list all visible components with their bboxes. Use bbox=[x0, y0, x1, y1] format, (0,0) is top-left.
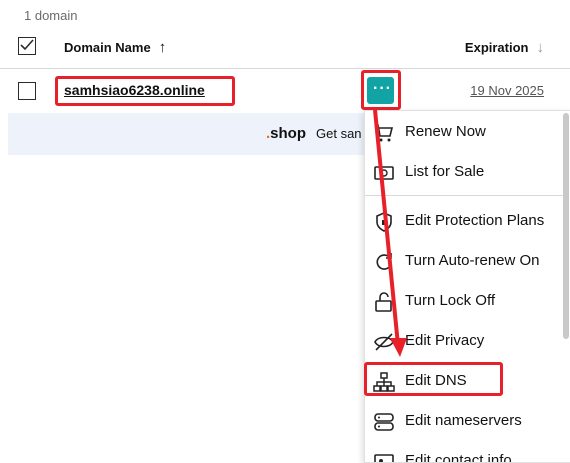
contact-icon bbox=[374, 454, 394, 462]
row-checkbox[interactable] bbox=[18, 82, 36, 100]
menu-item-edit-contact-info[interactable]: Edit contact info bbox=[365, 442, 563, 463]
select-all-checkbox[interactable] bbox=[18, 37, 36, 55]
column-domain-name[interactable]: Domain Name ↑ bbox=[64, 39, 166, 56]
refresh-icon bbox=[376, 253, 392, 270]
expiration-date[interactable]: 19 Nov 2025 bbox=[470, 83, 544, 98]
menu-scrollbar[interactable] bbox=[563, 113, 569, 339]
menu-item-edit-nameservers[interactable]: Edit nameservers bbox=[365, 402, 563, 440]
menu-item-edit-protection-plans[interactable]: Edit Protection Plans bbox=[365, 202, 563, 240]
menu-item-label: Renew Now bbox=[405, 123, 486, 140]
menu-item-turn-lock-off[interactable]: Turn Lock Off bbox=[365, 282, 563, 320]
menu-item-edit-privacy[interactable]: Edit Privacy bbox=[365, 322, 563, 360]
menu-item-list-for-sale[interactable]: List for Sale bbox=[365, 153, 563, 191]
menu-item-turn-auto-renew-on[interactable]: Turn Auto-renew On bbox=[365, 242, 563, 280]
check-icon bbox=[20, 39, 34, 51]
menu-item-label: Edit nameservers bbox=[405, 412, 522, 429]
menu-item-label: Edit contact info bbox=[405, 452, 512, 463]
shield-icon bbox=[376, 212, 392, 232]
menu-item-label: Edit Privacy bbox=[405, 332, 485, 349]
menu-item-label: List for Sale bbox=[405, 163, 485, 180]
column-expiration[interactable]: Expiration ↓ bbox=[465, 39, 544, 56]
domain-count: 1 domain bbox=[24, 8, 78, 23]
menu-item-label: Edit Protection Plans bbox=[405, 212, 545, 229]
table-header: Domain Name ↑ Expiration ↓ bbox=[0, 30, 570, 69]
sort-descending-icon: ↓ bbox=[536, 39, 545, 56]
sort-ascending-icon: ↑ bbox=[158, 39, 167, 56]
menu-item-label: Turn Lock Off bbox=[405, 292, 496, 309]
server-icon bbox=[374, 413, 394, 431]
shop-logo: shop bbox=[266, 125, 306, 142]
actions-menu: Renew Now List for Sale Edit Protection … bbox=[364, 110, 570, 463]
cart-icon bbox=[375, 124, 394, 142]
menu-divider bbox=[365, 195, 563, 196]
privacy-eye-icon bbox=[374, 333, 394, 351]
unlock-icon bbox=[375, 292, 392, 312]
annotation-highlight-more bbox=[361, 70, 401, 110]
column-expiration-label: Expiration bbox=[464, 40, 529, 55]
promo-text: Get san bbox=[316, 126, 362, 141]
money-icon bbox=[374, 166, 394, 180]
column-domain-name-label: Domain Name bbox=[64, 40, 151, 55]
promo-banner[interactable]: shop Get san bbox=[8, 113, 408, 155]
menu-item-label: Turn Auto-renew On bbox=[405, 252, 540, 269]
annotation-highlight-domain bbox=[55, 76, 235, 106]
annotation-highlight-dns bbox=[364, 362, 503, 396]
menu-item-renew-now[interactable]: Renew Now bbox=[365, 113, 563, 151]
